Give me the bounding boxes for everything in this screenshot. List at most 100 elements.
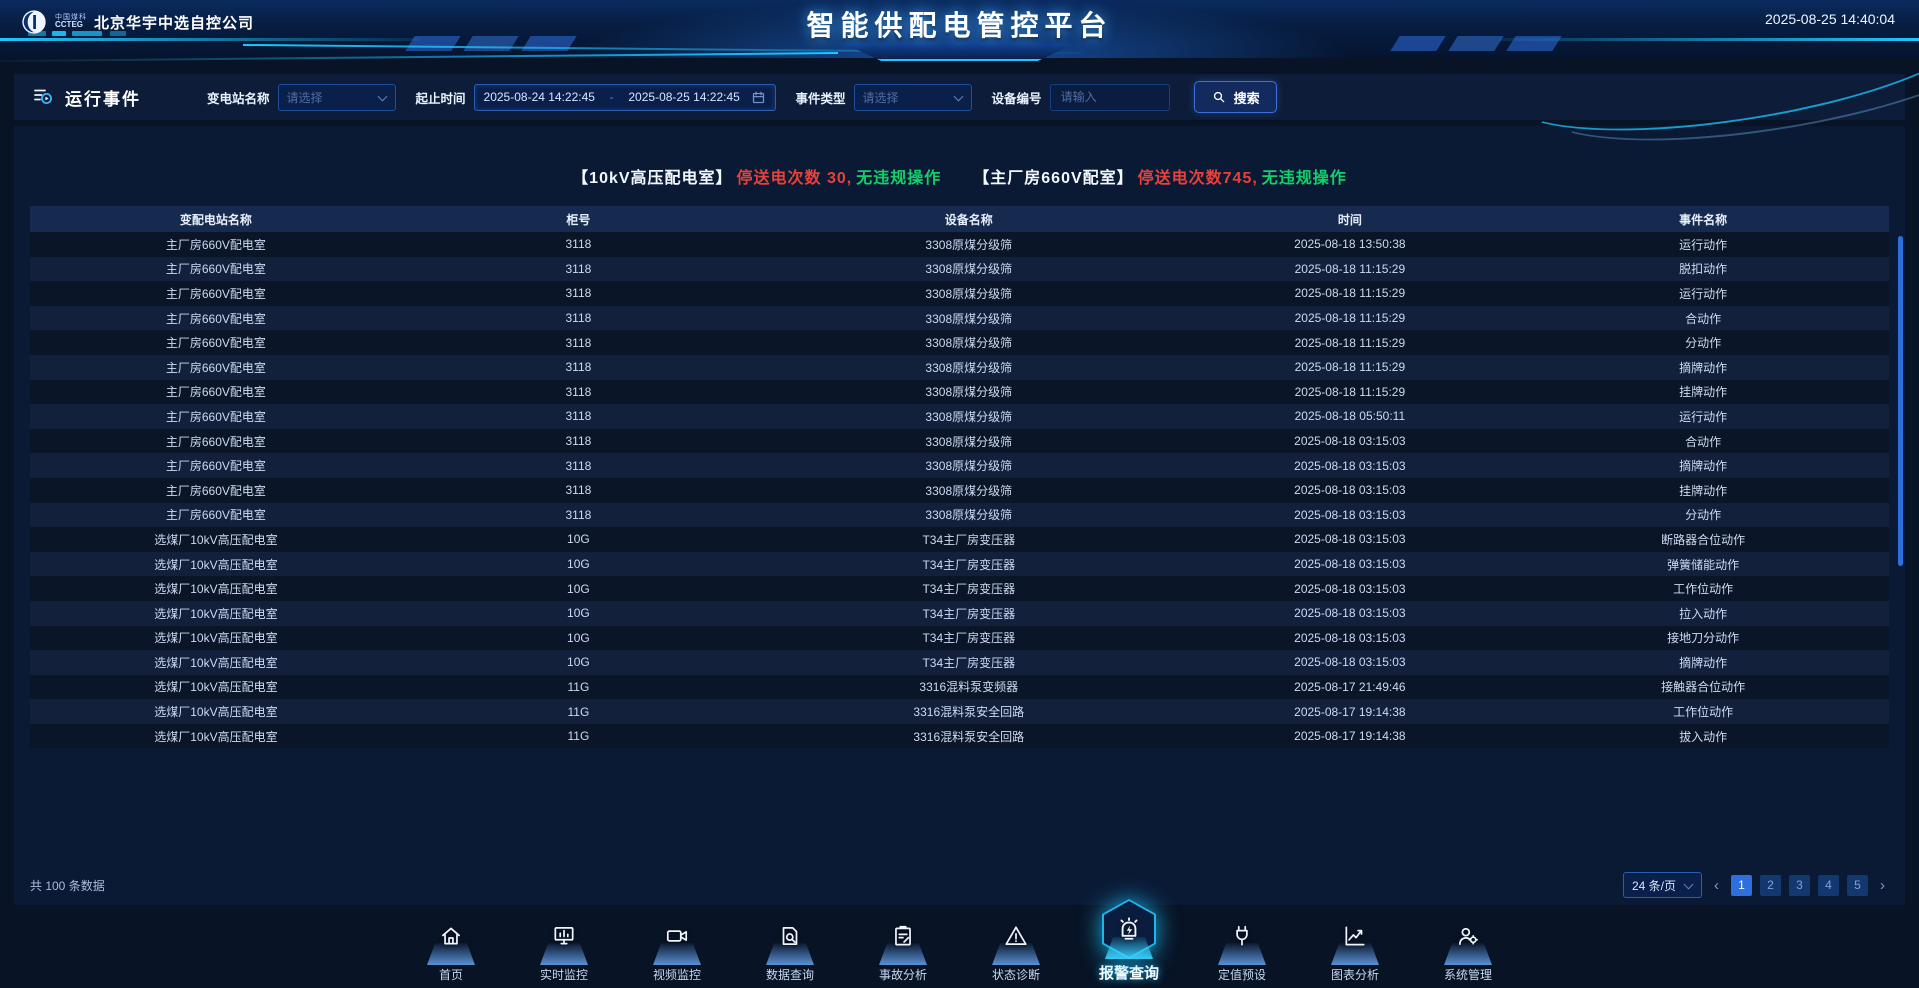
device-number-input[interactable]	[1059, 89, 1161, 105]
table-cell: 主厂房660V配电室	[30, 359, 402, 376]
table-row[interactable]: 选煤厂10kV高压配电室10GT34主厂房变压器2025-08-18 03:15…	[30, 626, 1889, 651]
table-cell: 2025-08-18 03:15:03	[1183, 532, 1518, 546]
table-cell: 主厂房660V配电室	[30, 482, 402, 499]
table-row[interactable]: 主厂房660V配电室31183308原煤分级筛2025-08-18 11:15:…	[30, 330, 1889, 355]
table-body: 主厂房660V配电室31183308原煤分级筛2025-08-18 13:50:…	[30, 232, 1889, 748]
nav-item-label: 首页	[439, 966, 463, 983]
nav-stage	[1327, 913, 1383, 965]
table-row[interactable]: 主厂房660V配电室31183308原煤分级筛2025-08-18 11:15:…	[30, 355, 1889, 380]
table-cell: 10G	[402, 582, 755, 596]
table-cell: 摘牌动作	[1517, 457, 1889, 474]
search-button-label: 搜索	[1234, 88, 1260, 107]
table-cell: 2025-08-18 13:50:38	[1183, 237, 1518, 251]
alarm-query-icon	[1115, 916, 1143, 944]
table-row[interactable]: 主厂房660V配电室31183308原煤分级筛2025-08-18 03:15:…	[30, 478, 1889, 503]
device-number-label: 设备编号	[992, 88, 1042, 107]
nav-item-chart-analysis[interactable]: 图表分析	[1315, 913, 1395, 983]
table-cell: 2025-08-18 03:15:03	[1183, 631, 1518, 645]
table-cell: 选煤厂10kV高压配电室	[30, 629, 402, 646]
table-cell: 摘牌动作	[1517, 359, 1889, 376]
table-cell: 运行动作	[1517, 285, 1889, 302]
search-button[interactable]: 搜索	[1194, 81, 1277, 113]
table-cell: 3118	[402, 385, 755, 399]
table-row[interactable]: 选煤厂10kV高压配电室10GT34主厂房变压器2025-08-18 03:15…	[30, 576, 1889, 601]
time-range-picker[interactable]: 2025-08-24 14:22:45 - 2025-08-25 14:22:4…	[474, 84, 776, 111]
table-cell: 主厂房660V配电室	[30, 285, 402, 302]
table-cell: 2025-08-18 03:15:03	[1183, 606, 1518, 620]
nav-item-accident-analysis[interactable]: 事故分析	[863, 913, 943, 983]
nav-item-label: 状态诊断	[992, 966, 1040, 983]
table-cell: 断路器合位动作	[1517, 531, 1889, 548]
platform-title: 智能供配电管控平台	[0, 4, 1919, 44]
table-cell: 2025-08-17 21:49:46	[1183, 680, 1518, 694]
table-cell: 弹簧储能动作	[1517, 556, 1889, 573]
chevron-down-icon	[1684, 881, 1693, 890]
summary-segment: 无违规操作	[1262, 164, 1347, 188]
company-name: 北京华宇中选自控公司	[94, 12, 254, 33]
vertical-scrollbar[interactable]	[1898, 236, 1903, 566]
nav-item-home[interactable]: 首页	[411, 913, 491, 983]
nav-item-label: 定值预设	[1218, 966, 1266, 983]
table-cell: 3118	[402, 409, 755, 423]
table-cell: 3308原煤分级筛	[755, 236, 1183, 253]
table-cell: T34主厂房变压器	[755, 531, 1183, 548]
time-end-value: 2025-08-25 14:22:45	[628, 90, 739, 104]
table-row[interactable]: 选煤厂10kV高压配电室11G3316混料泵安全回路2025-08-17 19:…	[30, 724, 1889, 749]
nav-item-status-diagnosis[interactable]: 状态诊断	[976, 913, 1056, 983]
table-cell: 3118	[402, 483, 755, 497]
table-cell: 主厂房660V配电室	[30, 236, 402, 253]
table-cell: 选煤厂10kV高压配电室	[30, 654, 402, 671]
table-row[interactable]: 主厂房660V配电室31183308原煤分级筛2025-08-18 03:15:…	[30, 429, 1889, 454]
station-select[interactable]: 请选择	[278, 84, 396, 111]
nav-item-label: 报警查询	[1099, 962, 1159, 983]
nav-item-video-monitor[interactable]: 视频监控	[637, 913, 717, 983]
table-cell: 合动作	[1517, 433, 1889, 450]
table-header-cell: 变配电站名称	[30, 211, 402, 228]
table-cell: 3118	[402, 434, 755, 448]
table-cell: 分动作	[1517, 506, 1889, 523]
table-row[interactable]: 选煤厂10kV高压配电室10GT34主厂房变压器2025-08-18 03:15…	[30, 650, 1889, 675]
table-cell: 选煤厂10kV高压配电室	[30, 580, 402, 597]
nav-item-label: 事故分析	[879, 966, 927, 983]
nav-item-alarm-query[interactable]: 报警查询	[1089, 907, 1169, 983]
event-type-select[interactable]: 请选择	[854, 84, 972, 111]
table-row[interactable]: 主厂房660V配电室31183308原煤分级筛2025-08-18 13:50:…	[30, 232, 1889, 257]
table-row[interactable]: 主厂房660V配电室31183308原煤分级筛2025-08-18 11:15:…	[30, 281, 1889, 306]
table-row[interactable]: 选煤厂10kV高压配电室11G3316混料泵变频器2025-08-17 21:4…	[30, 675, 1889, 700]
nav-item-realtime-monitor[interactable]: 实时监控	[524, 913, 604, 983]
table-row[interactable]: 主厂房660V配电室31183308原煤分级筛2025-08-18 11:15:…	[30, 306, 1889, 331]
calendar-icon[interactable]	[751, 90, 766, 105]
nav-stage	[423, 913, 479, 965]
station-select-value: 请选择	[287, 89, 323, 106]
table-row[interactable]: 选煤厂10kV高压配电室10GT34主厂房变压器2025-08-18 03:15…	[30, 527, 1889, 552]
table-cell: 主厂房660V配电室	[30, 334, 402, 351]
nav-item-data-query[interactable]: 数据查询	[750, 913, 830, 983]
nav-stage	[1101, 907, 1157, 959]
table-row[interactable]: 选煤厂10kV高压配电室11G3316混料泵安全回路2025-08-17 19:…	[30, 699, 1889, 724]
table-row[interactable]: 主厂房660V配电室31183308原煤分级筛2025-08-18 11:15:…	[30, 380, 1889, 405]
table-header-cell: 事件名称	[1517, 211, 1889, 228]
nav-item-value-preset[interactable]: 定值预设	[1202, 913, 1282, 983]
table-row[interactable]: 主厂房660V配电室31183308原煤分级筛2025-08-18 11:15:…	[30, 257, 1889, 282]
module-title-label: 运行事件	[65, 85, 141, 110]
table-row[interactable]: 主厂房660V配电室31183308原煤分级筛2025-08-18 03:15:…	[30, 453, 1889, 478]
chevron-down-icon	[954, 93, 963, 102]
table-row[interactable]: 选煤厂10kV高压配电室10GT34主厂房变压器2025-08-18 03:15…	[30, 552, 1889, 577]
table-cell: 2025-08-18 11:15:29	[1183, 336, 1518, 350]
nav-stage	[536, 913, 592, 965]
table-row[interactable]: 主厂房660V配电室31183308原煤分级筛2025-08-18 03:15:…	[30, 503, 1889, 528]
table-cell: 运行动作	[1517, 408, 1889, 425]
table-cell: 主厂房660V配电室	[30, 433, 402, 450]
table-row[interactable]: 选煤厂10kV高压配电室10GT34主厂房变压器2025-08-18 03:15…	[30, 601, 1889, 626]
chevron-down-icon	[378, 93, 387, 102]
event-type-select-value: 请选择	[863, 89, 899, 106]
table-row[interactable]: 主厂房660V配电室31183308原煤分级筛2025-08-18 05:50:…	[30, 404, 1889, 429]
nav-item-system-admin[interactable]: 系统管理	[1428, 913, 1508, 983]
summary-segment: 无违规操作	[856, 164, 941, 188]
nav-stage	[988, 913, 1044, 965]
table-cell: 10G	[402, 655, 755, 669]
nav-item-label: 图表分析	[1331, 966, 1379, 983]
table-cell: 3118	[402, 360, 755, 374]
table-cell: T34主厂房变压器	[755, 580, 1183, 597]
table-cell: 选煤厂10kV高压配电室	[30, 678, 402, 695]
